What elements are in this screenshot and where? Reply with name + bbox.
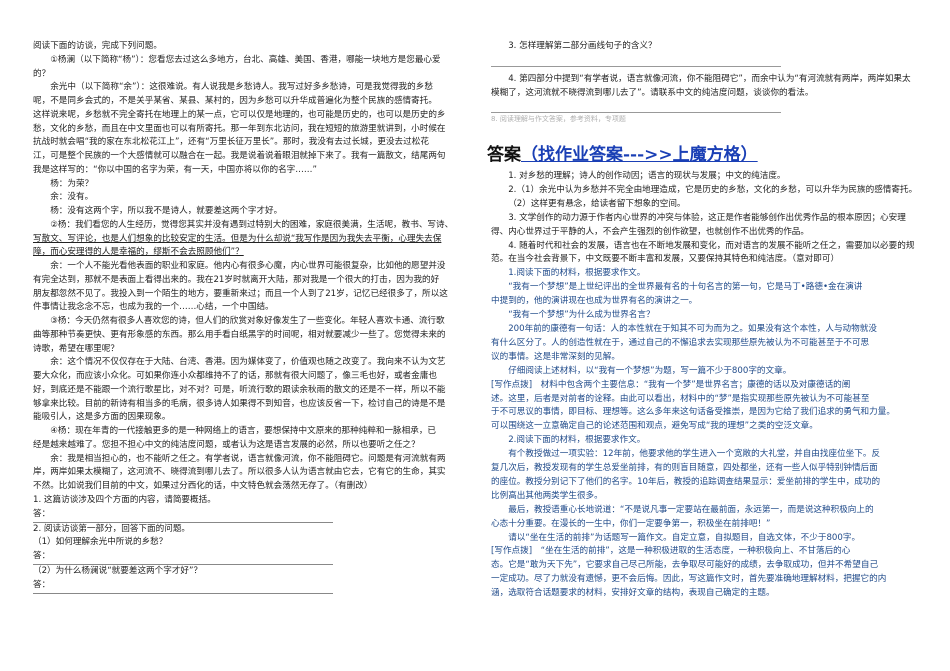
essay-line: “我有一个梦想”为什么成为世界名言？ (508, 310, 655, 321)
interview-line: 诗歌，希望在哪里呢？ (33, 343, 119, 354)
answer-heading-prefix: 答案 (487, 145, 521, 165)
essay-line: 请以“坐在生活的前排”为话题写一篇作文。自定立意，自拟题目，自选文体，不少于80… (508, 532, 861, 543)
essay-line: 的座位。教授分别记下了他们的名字。10年后，教授的追踪调查结果显示：爱坐前排的学… (491, 476, 881, 487)
left-column: 阅读下面的访谈，完成下列问题。 ①杨澜（以下简称“杨”）：您看您去过这么多地方，… (33, 40, 485, 594)
interview-line: ①杨澜（以下简称“杨”）：您看您去过这么多地方，台北、高雄、美国、香港，哪能一块… (50, 54, 441, 65)
interview-line: 这样说来呢，乡愁就不完全寄托在地理上的某一点，它可以仅是地理的，也可能是历史的，… (33, 109, 446, 120)
answer-heading-link[interactable]: （找作业答案--->>上魔方格） (521, 145, 758, 165)
interview-line: 江，可是整个民族的一个大感情就可以融合在一起。我是说着说着眼泪就掉下来了。我有一… (33, 151, 446, 161)
question-4-line-1: 4. 第四部分中提到“有学者说，语言就像河流，你不能阻碍它”，而余中认为“有河流… (508, 73, 911, 84)
essay-line: 仔细阅读上述材料，以“我有一个梦想”为题，写一篇不少于800字的文章。 (508, 365, 792, 376)
right-column-top: 3. 怎样理解第二部分画线句子的含义？ 4. 第四部分中提到“有学者说，语言就像… (491, 40, 943, 125)
essay-line: 述。这里，后者是对前者的诠释。由此可以看出，材料中的“梦”是指实现那些原先被认为… (491, 393, 870, 404)
interview-line: 余：没有。 (50, 192, 94, 203)
interview-line: 我是这样写的：“你以中国的名字为荣，有一天，中国亦将以你的名字……” (33, 164, 317, 175)
essay-line: 有个教授做过一项实验：12年前，他要求他的学生进入一个宽敞的大礼堂，并自由找座位… (508, 449, 881, 460)
interview-line: 呢，不是同乡会式的，不是关乎某省、某县、某村的，因为乡愁可以升华成普遍化为整个民… (33, 96, 437, 106)
essay-line: 涵，选取符合话题要求的材料，安排好文章的结构，表现自己确定的主题。 (491, 588, 775, 599)
interview-line: 够拿来比较。目前的新诗有相当多的毛病，很多诗人如果得不到知音，也应该反省一下，检… (33, 398, 446, 409)
interview-line: 余光中（以下简称“余”）：这很难说。有人说我是乡愁诗人。我写过好多乡愁诗，可是我… (50, 82, 433, 93)
essay-line: 中提到的，他的演讲现在也成为世界有名的演讲之一。 (491, 296, 698, 307)
interview-line: 好，到底还是不能跟一个流行歌星比，对不对？可是，听流行歌的跟读余秋雨的散文的还是… (33, 384, 446, 395)
answer-line: （2）这样更有悬念，给读者留下想象的空间。 (508, 198, 686, 209)
interview-line: 余：我是相当担心的，也不能听之任之。有学者说，语言就像河流，你不能阻碍它。问题是… (50, 453, 446, 464)
essay-line: 于不可思议的事情，即目标、理想等。这么多年来这句话备受推崇，是因为它给了我们追求… (491, 407, 895, 418)
question-4-line-2: 模糊了，这河流就不晓得流到哪儿去了”。请联系中文的纯洁度问题，谈谈你的看法。 (491, 87, 814, 98)
interview-line: 写散文、写评论，也是人们想象的比较安定的生活。但是为什么却说“我写作是因为我失去… (33, 233, 442, 244)
interview-line: 能吸引人，这是多方面的因果现象。 (33, 412, 171, 423)
answer-line: 得、内心世界过于平静的人，不会产生强烈的创作欲望，也就创作不出优秀的作品。 (491, 226, 809, 237)
question-3: 3. 怎样理解第二部分画线句子的含义？ (508, 41, 657, 51)
faint-note: 8. 阅读理解与作文答案，参考资料，专项题 (491, 115, 626, 124)
interview-line: ②杨：我们看您的人生经历，觉得您其实并没有遇到过特别大的困难，家庭很美满，生活呢… (50, 219, 454, 230)
answer-line: 范。在当今社会背景下，中文既要不断丰富和发展，又要保持其特色和纯洁度。（意对即可… (491, 254, 840, 265)
interview-line: 余：这个情况不仅仅存在于大陆、台湾、香港。因为媒体变了，价值观也随之改变了。我向… (50, 357, 446, 368)
essay-line: 一定成功。尽了力就没有遗憾，更不会后悔。因此，写这篇作文时，首先要准确地理解材料… (491, 574, 887, 585)
essay-line: [写作点拨] “坐在生活的前排”，这是一种积极进取的生活态度，一种积极向上、不甘… (491, 546, 851, 557)
interview-line: 要大众化，而应该小众化。可如果你连小众都维持不了的话，那就有很大问题了，像三毛也… (33, 371, 437, 381)
interview-line: 的？ (33, 68, 51, 79)
essay-line: 比例高出其他两类学生很多。 (491, 490, 603, 501)
answer-line: 1. 对乡愁的理解；诗人的创作动因；语言的现状与发展；中文的纯洁度。 (508, 171, 786, 181)
interview-line: ③杨：今天仍然有很多人喜欢您的诗，但人们的欣赏对象好像发生了一些变化。年轻人喜欢… (50, 316, 445, 326)
interview-line: 抗战时就会唱“我的家在东北松花江上”，还有“万里长征万里长”。那时，我没有去过长… (33, 137, 429, 148)
essay-line: 最后，教授语重心长地说道：“不是说凡事一定要站在最前面，永远第一，而是说这种积极… (508, 504, 874, 515)
essay-section: 1.阅读下面的材料，根据要求作文。 “我有一个梦想”是上世纪评出的全世界最有名的十… (491, 267, 943, 601)
essay-line: 态。它是“敢为天下先”，它要求自己尽己所能，去争取尽可能好的成绩，去争取成功，但… (491, 560, 879, 571)
essay-line: 200年前的康德有一句话：人的本性就在于知其不可为而为之。如果没有这个本性，人与… (508, 323, 877, 334)
interview-line: 朋友都忽然不见了。我投入到一个陌生的地方，要重新来过；而且一个人到了21岁，记忆… (33, 288, 448, 299)
interview-line: 有完全达到，那就不是表面上看得出来的。我在21岁时就离开大陆，那对我是一个很大的… (33, 274, 440, 285)
interview-line: 障，而心安理得的人是幸福的，缪斯不会去照顾他们”？ (33, 247, 244, 258)
question-2: 2. 阅读访谈第一部分，回答下面的问题。 (33, 523, 191, 534)
answer-line: 4. 随着时代和社会的发展，语言也在不断地发展和变化，而对语言的发展不能听之任之… (508, 240, 915, 251)
interview-line: 杨：为荣？ (50, 178, 94, 189)
essay-line: 2.阅读下面的材料，根据要求作文。 (508, 435, 646, 446)
essay-line: 可以围绕这一立意确定自己的论述范围和观点，避免写成“我的理想”之类的空泛文章。 (491, 421, 818, 432)
interview-line: 曲等那种节奏更快、更有形象感的东西。那么用手看白纸黑字的时间呢，相对就要减少一些… (33, 329, 446, 340)
interview-line: 岸，两岸如果太模糊了，这河流不、晓得流到哪儿去了。所以很多人认为语言就由它去，它… (33, 467, 446, 478)
answer-line-4[interactable] (491, 100, 781, 114)
essay-line: 议的事情。这是非常深刻的见解。 (491, 351, 620, 362)
answer-section: 1. 对乡愁的理解；诗人的创作动因；语言的现状与发展；中文的纯洁度。 2.（1）余… (491, 170, 943, 601)
answer-line-3[interactable] (491, 54, 781, 67)
interview-text: ①杨澜（以下简称“杨”）：您看您去过这么多地方，台北、高雄、美国、香港，哪能一块… (33, 54, 485, 494)
interview-line: 经是越来越难了。您担不担心中文的纯洁度问题，或者认为这是语言发展的必然，所以也要… (33, 439, 420, 450)
essay-line: 复几次后，教授发现有的学生总爱坐前排，有的则盲目随意，四处都坐，还有一些人似乎特… (491, 463, 878, 474)
interview-line: 件事情让我念念不忘，也成为我的一个……心结，一个中国结。 (33, 302, 274, 313)
essay-line: “我有一个梦想”是上世纪评出的全世界最有名的十句名言的第一句，它是马丁•路德•金… (508, 282, 863, 293)
interview-line: ④杨：现在年青的一代接触更多的是一种网络上的语言，要想保持中文原来的那种纯粹和一… (50, 426, 437, 436)
answer-line-2-1[interactable]: 答： (33, 550, 333, 565)
question-2-2: （2）为什么杨澜说“就要差这两个字才好”？ (33, 566, 203, 576)
answer-heading: 答案（找作业答案--->>上魔方格） (487, 140, 758, 165)
essay-line: 有什么区分了。人的创造性就在于，通过自己的不懈追求去实现那些原先被认为不可能甚至… (491, 337, 870, 348)
interview-line: 余：一个人不能光看他表面的职业和家庭。他内心有很多心魔，内心世界可能很复杂，比如… (50, 261, 446, 271)
essay-line: [写作点拨] 材料中包含两个主要信息：“我有一个梦”是世界名言；康德的话以及对康… (491, 379, 851, 390)
answer-line: 2.（1）余光中认为乡愁并不完全由地理造成，它是历史的乡愁，文化的乡愁，可以升华… (508, 184, 918, 195)
intro-text: 阅读下面的访谈，完成下列问题。 (33, 41, 162, 51)
question-1: 1. 这篇访谈涉及四个方面的内容，请简要概括。 (33, 494, 216, 505)
answer-line-1[interactable]: 答： (33, 508, 333, 523)
answer-line: 3. 文学创作的动力源于作者内心世界的冲突与体验，这正是作者能够创作出优秀作品的… (508, 212, 906, 223)
interview-line: 不然。比如说我们目前的中文，如果过分西化的话，中文特色就会荡然无存了。（有删改） (33, 481, 373, 491)
answer-line-2-2[interactable]: 答： (33, 579, 333, 594)
interview-line: 愁，文化的乡愁，而且在中文里面也可以有所寄托。那一年到东北访问，我在短短的旅游里… (33, 123, 446, 134)
question-2-1: （1）如何理解余光中所说的乡愁？ (33, 537, 168, 548)
interview-line: 杨：没有这两个字，所以我不是诗人，就要差这两个字才好。 (50, 206, 283, 216)
essay-line: 心态十分重要。在漫长的一生中，你们一定要争第一，积极坐在前排吧！” (491, 518, 771, 529)
essay-line: 1.阅读下面的材料，根据要求作文。 (508, 268, 646, 279)
answers-list: 1. 对乡愁的理解；诗人的创作动因；语言的现状与发展；中文的纯洁度。 2.（1）余… (491, 170, 943, 267)
